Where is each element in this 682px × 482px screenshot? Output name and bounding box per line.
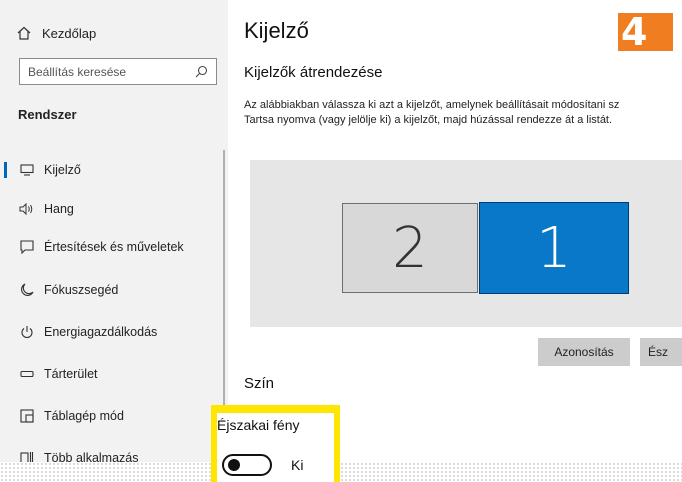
- section-title: Rendszer: [18, 107, 77, 122]
- sidebar-item-label: Energiagazdálkodás: [44, 325, 158, 339]
- speaker-icon: [19, 201, 35, 217]
- home-link[interactable]: Kezdőlap: [16, 25, 96, 41]
- night-light-toggle[interactable]: [222, 454, 272, 476]
- home-icon: [16, 25, 32, 41]
- sidebar-item-fokuszseged[interactable]: Fókuszsegéd: [0, 276, 228, 304]
- power-icon: [19, 324, 35, 340]
- sidebar-item-label: Tárterület: [44, 367, 98, 381]
- sidebar-item-label: Kijelző: [44, 163, 81, 177]
- monitor-icon: [19, 162, 35, 178]
- night-light-highlight: Éjszakai fény Ki: [211, 405, 340, 482]
- identify-button[interactable]: Azonosítás: [538, 338, 630, 366]
- sidebar-item-label: Fókuszsegéd: [44, 283, 119, 297]
- arrange-description: Az alábbiakban válassza ki azt a kijelző…: [244, 98, 682, 128]
- toggle-knob: [228, 459, 240, 471]
- sidebar-item-kijelzo[interactable]: Kijelző: [0, 156, 228, 184]
- tablet-mode-icon: [19, 408, 35, 424]
- sidebar-item-label: Táblagép mód: [44, 409, 124, 423]
- display-arrangement-area: 2 1: [250, 160, 682, 327]
- night-light-label: Éjszakai fény: [217, 417, 300, 433]
- search-icon[interactable]: [195, 65, 208, 81]
- description-line-2: Tartsa nyomva (vagy jelölje ki) a kijelz…: [244, 114, 613, 126]
- monitor-number: 2: [392, 215, 428, 281]
- settings-search-input[interactable]: Beállítás keresése: [19, 58, 217, 85]
- sidebar-item-ertesitesek[interactable]: Értesítések és műveletek: [0, 233, 228, 261]
- search-placeholder: Beállítás keresése: [28, 65, 127, 79]
- sidebar-item-tablagep-mod[interactable]: Táblagép mód: [0, 402, 228, 430]
- section-heading-arrange: Kijelzők átrendezése: [244, 64, 383, 81]
- torn-edge-divider: [0, 462, 682, 482]
- storage-icon: [19, 366, 35, 382]
- sidebar-item-label: Értesítések és műveletek: [44, 240, 184, 254]
- step-badge: 4: [618, 10, 673, 54]
- monitor-2-tile[interactable]: 2: [342, 203, 478, 293]
- monitor-number: 1: [536, 215, 572, 281]
- detect-button[interactable]: Ész: [640, 338, 682, 366]
- monitor-1-tile[interactable]: 1: [479, 202, 629, 294]
- moon-icon: [19, 282, 35, 298]
- night-light-panel: Éjszakai fény Ki: [217, 413, 334, 482]
- description-line-1: Az alábbiakban válassza ki azt a kijelző…: [244, 99, 620, 111]
- sidebar-item-label: Hang: [44, 202, 74, 216]
- sidebar-item-energiagazdalkodas[interactable]: Energiagazdálkodás: [0, 318, 228, 346]
- page-title: Kijelző: [244, 18, 309, 43]
- sidebar: Kezdőlap Beállítás keresése Rendszer Kij…: [0, 0, 228, 482]
- home-label: Kezdőlap: [42, 25, 97, 41]
- night-light-state: Ki: [291, 457, 304, 473]
- notification-icon: [19, 239, 35, 255]
- section-heading-color: Szín: [244, 375, 275, 392]
- sidebar-item-tarterulet[interactable]: Tárterület: [0, 360, 228, 388]
- sidebar-item-hang[interactable]: Hang: [0, 195, 228, 223]
